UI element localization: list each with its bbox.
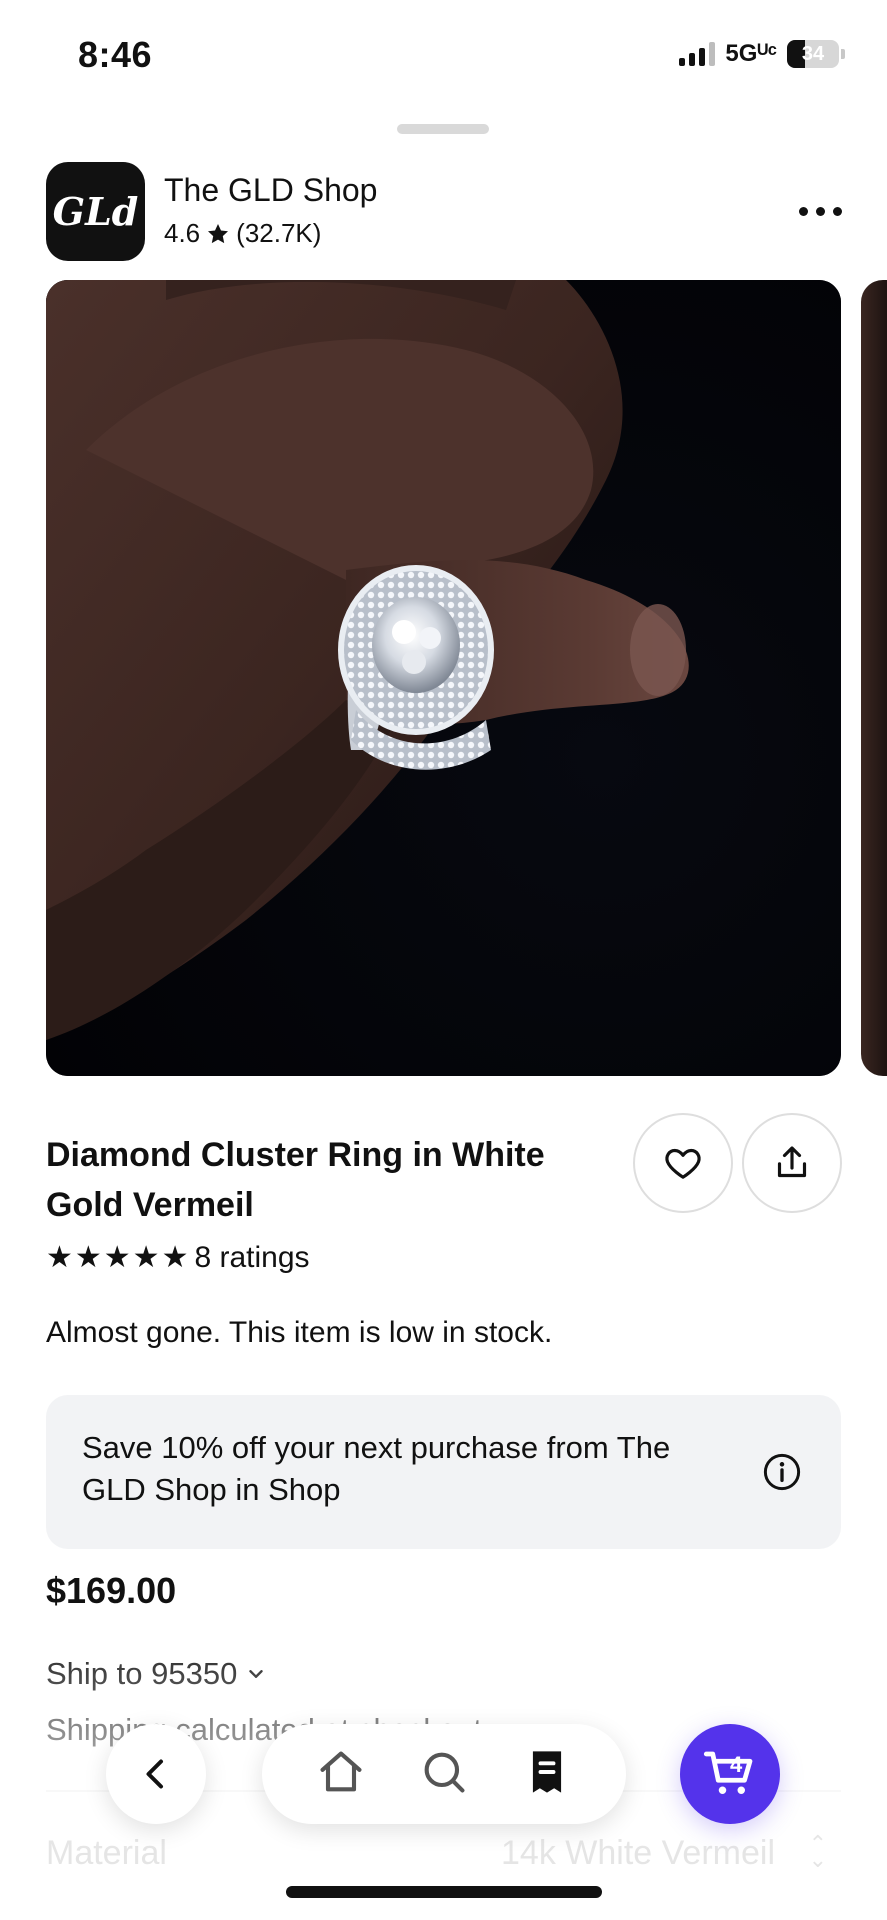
battery-icon: 34 <box>787 40 839 68</box>
stock-message: Almost gone. This item is low in stock. <box>46 1316 553 1349</box>
share-icon <box>777 1146 807 1178</box>
next-product-photo-peek[interactable] <box>861 280 887 1076</box>
signal-icon <box>679 42 716 66</box>
orders-tab[interactable] <box>521 1746 573 1803</box>
promo-text: Save 10% off your next purchase from The… <box>82 1430 671 1507</box>
product-image-carousel[interactable] <box>46 280 887 1076</box>
search-icon <box>424 1752 465 1792</box>
material-label: Material <box>46 1834 167 1872</box>
ring-photo-illustration <box>46 280 841 1076</box>
chevron-up-down-icon[interactable]: ⌃ ⌄ <box>809 1833 827 1871</box>
more-options-button[interactable] <box>790 196 850 226</box>
info-icon[interactable] <box>761 1451 803 1498</box>
battery-nub <box>841 49 845 59</box>
battery-percent: 34 <box>801 42 825 65</box>
status-bar: 8:46 5Gᵁᶜ 34 <box>0 0 887 110</box>
shop-logo-text: GLd <box>52 189 139 234</box>
shop-header[interactable]: GLd The GLD Shop 4.6 (32.7K) <box>46 162 846 262</box>
star-icon <box>208 223 229 243</box>
bottom-nav-bar <box>262 1724 626 1824</box>
shop-logo[interactable]: GLd <box>46 162 145 261</box>
share-button[interactable] <box>742 1113 842 1213</box>
favorite-button[interactable] <box>633 1113 733 1213</box>
shop-review-count: (32.7K) <box>236 218 322 248</box>
ship-to-label: Ship to 95350 <box>46 1656 238 1691</box>
home-tab[interactable] <box>315 1746 367 1803</box>
shop-rating: 4.6 (32.7K) <box>164 218 321 249</box>
product-rating[interactable]: ★★★★★ 8 ratings <box>46 1240 310 1275</box>
status-icons: 5Gᵁᶜ 34 <box>679 40 845 68</box>
chevron-down-icon <box>249 1670 264 1678</box>
network-label: 5Gᵁᶜ <box>725 40 777 67</box>
shop-name[interactable]: The GLD Shop <box>164 172 377 209</box>
promo-banner[interactable]: Save 10% off your next purchase from The… <box>46 1395 841 1549</box>
home-icon <box>320 1751 362 1791</box>
search-tab[interactable] <box>418 1746 470 1803</box>
ratings-count[interactable]: 8 ratings <box>194 1241 309 1275</box>
product-photo[interactable] <box>46 280 841 1076</box>
material-select[interactable]: 14k White Vermeil <box>501 1834 775 1873</box>
sheet-grabber[interactable] <box>397 124 489 134</box>
back-button[interactable] <box>106 1724 206 1824</box>
ship-to-selector[interactable]: Ship to 95350 <box>46 1656 267 1692</box>
product-price: $169.00 <box>46 1570 177 1611</box>
product-title: Diamond Cluster Ring in White Gold Verme… <box>46 1136 545 1224</box>
cart-button[interactable]: 4 <box>680 1724 780 1824</box>
receipt-icon <box>532 1750 561 1793</box>
rating-stars-icon: ★★★★★ <box>46 1241 191 1274</box>
home-indicator <box>286 1886 602 1898</box>
status-time: 8:46 <box>78 34 153 75</box>
cart-count-badge: 4 <box>730 1752 743 1777</box>
chevron-left-icon <box>146 1759 163 1789</box>
heart-icon <box>665 1148 701 1179</box>
shop-rating-value: 4.6 <box>164 218 201 248</box>
